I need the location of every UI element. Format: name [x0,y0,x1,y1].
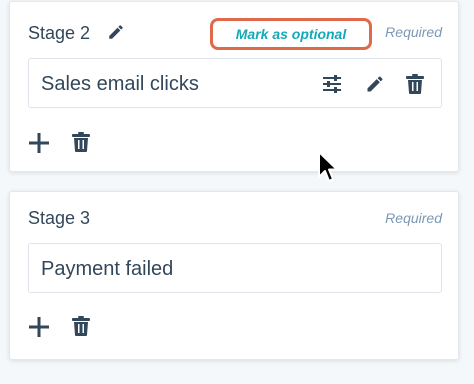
stage-criteria-field[interactable]: Payment failed [28,243,442,293]
stage-card-3: Stage 3 Required Payment failed [9,191,459,360]
stage-title: Stage 3 [28,208,91,228]
mark-as-optional-button[interactable]: Mark as optional [210,18,372,50]
trash-icon[interactable] [72,316,90,338]
edit-stage-name-pencil-icon[interactable] [107,23,125,41]
stage-criteria-field[interactable]: Sales email clicks [28,58,442,108]
trash-icon[interactable] [72,132,90,154]
pencil-icon[interactable] [365,74,385,94]
mouse-pointer-icon [317,150,339,184]
criteria-label: Payment failed [41,258,174,280]
required-label: Required [385,210,442,226]
sliders-icon[interactable] [322,74,342,94]
stage-title: Stage 2 [28,23,91,43]
plus-icon[interactable] [28,132,50,154]
stage-card-2: Stage 2 Mark as optional Required Sales … [9,1,459,172]
criteria-label: Sales email clicks [41,73,199,95]
plus-icon[interactable] [28,316,50,338]
trash-icon[interactable] [406,74,426,94]
mark-as-optional-label: Mark as optional [235,26,347,42]
required-label: Required [385,24,442,40]
